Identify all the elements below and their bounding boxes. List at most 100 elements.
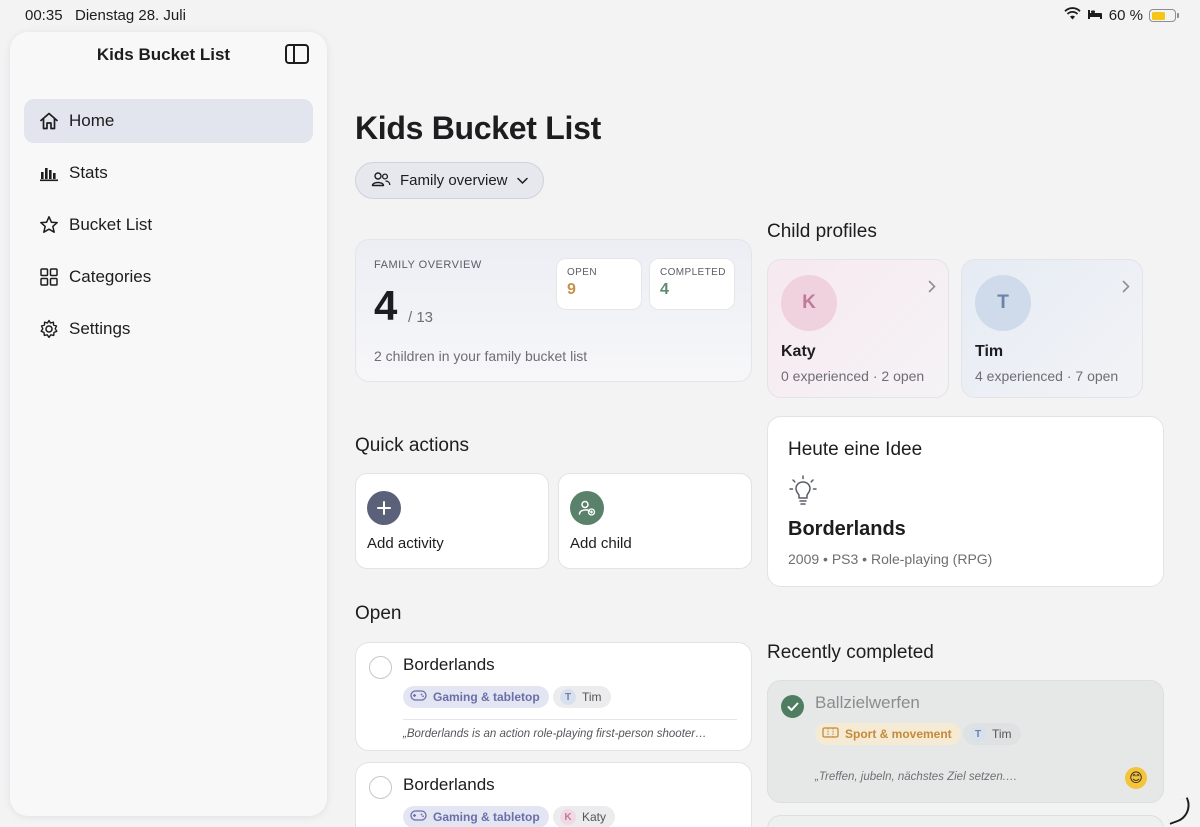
bar-chart-icon (39, 163, 59, 183)
avatar: K (781, 275, 837, 331)
battery-icon (1149, 9, 1179, 22)
person-name: Tim (992, 727, 1012, 741)
gamepad-icon (410, 810, 427, 824)
activity-quote: „Borderlands is an action role-playing f… (403, 728, 707, 740)
overview-count: 4 (374, 282, 398, 329)
category-label: Gaming & tabletop (433, 690, 540, 704)
sidebar-item-label: Settings (69, 319, 131, 338)
family-overview-label: Family overview (400, 172, 508, 189)
wifi-icon (1064, 7, 1081, 24)
list-item[interactable] (767, 815, 1164, 827)
child-meta: 0 experienced · 2 open (781, 368, 925, 384)
star-icon (39, 215, 59, 235)
child-card-katy[interactable]: K Katy 0 experienced · 2 open (767, 259, 949, 398)
grid-icon (39, 267, 59, 287)
house-icon (39, 111, 59, 131)
person-chip: K Katy (553, 806, 616, 827)
person-name: Tim (582, 690, 602, 704)
sidebar-item-settings[interactable]: Settings (24, 307, 313, 351)
add-activity-button[interactable]: Add activity (355, 473, 549, 569)
status-time: 00:35 (25, 7, 63, 24)
add-child-button[interactable]: Add child (558, 473, 752, 569)
status-date: Dienstag 28. Juli (75, 7, 186, 24)
avatar: T (560, 689, 576, 705)
checkmark-icon[interactable] (781, 695, 804, 718)
sidebar: Kids Bucket List Home Stats Bucket List … (10, 32, 327, 816)
status-bar: 00:35 Dienstag 28. Juli 60 % (0, 0, 1200, 32)
open-stat: OPEN 9 (556, 258, 642, 310)
idea-heading: Heute eine Idee (788, 439, 923, 460)
avatar: T (975, 275, 1031, 331)
overview-subtitle: 2 children in your family bucket list (374, 348, 588, 364)
category-chip: Sport & movement (815, 723, 961, 745)
open-stat-value: 9 (567, 281, 576, 298)
chevron-right-icon (1122, 280, 1130, 298)
sidebar-item-bucket-list[interactable]: Bucket List (24, 203, 313, 247)
avatar: K (560, 809, 576, 825)
plus-icon (367, 491, 401, 525)
category-chip: Gaming & tabletop (403, 806, 549, 827)
corner-gesture-indicator (1163, 797, 1195, 825)
chevron-right-icon (928, 280, 936, 298)
battery-percent: 60 % (1108, 7, 1143, 24)
completed-stat-label: COMPLETED (660, 267, 726, 278)
child-card-tim[interactable]: T Tim 4 experienced · 7 open (961, 259, 1143, 398)
child-name: Katy (781, 343, 816, 360)
idea-meta: 2009 • PS3 • Role-playing (RPG) (788, 551, 993, 567)
child-name: Tim (975, 343, 1004, 360)
sidebar-item-label: Stats (69, 163, 108, 182)
open-heading: Open (355, 603, 402, 624)
person-chip: T Tim (963, 723, 1021, 745)
overview-total: / 13 (408, 309, 434, 326)
person-chip: T Tim (553, 686, 611, 708)
list-item[interactable]: Borderlands Gaming & tabletop T Tim „Bor… (355, 642, 752, 751)
add-activity-label: Add activity (367, 535, 444, 552)
category-label: Sport & movement (845, 727, 952, 741)
sidebar-item-categories[interactable]: Categories (24, 255, 313, 299)
recently-completed-heading: Recently completed (767, 642, 934, 663)
chevron-down-icon (516, 172, 528, 189)
activity-quote: „Treffen, jubeln, nächstes Ziel setzen.… (815, 771, 1018, 783)
sidebar-item-label: Bucket List (69, 215, 153, 234)
overview-label: FAMILY OVERVIEW (374, 259, 482, 271)
activity-title: Borderlands (403, 655, 495, 674)
gamepad-icon (410, 690, 427, 704)
avatar: T (970, 726, 986, 742)
person-name: Katy (582, 810, 607, 824)
divider (403, 719, 737, 720)
sidebar-item-label: Categories (69, 267, 152, 286)
child-meta: 4 experienced · 7 open (975, 368, 1119, 384)
list-item[interactable]: Borderlands Gaming & tabletop K Katy (355, 762, 752, 827)
completed-stat-value: 4 (660, 281, 669, 298)
sidebar-nav: Home Stats Bucket List Categories Settin… (24, 99, 313, 359)
family-overview-card: FAMILY OVERVIEW 4 / 13 2 children in you… (355, 239, 752, 382)
list-item[interactable]: Ballzielwerfen Sport & movement T Tim „T… (767, 680, 1164, 803)
activity-title: Ballzielwerfen (815, 693, 920, 712)
complete-checkbox[interactable] (369, 776, 392, 799)
category-chip: Gaming & tabletop (403, 686, 549, 708)
family-overview-dropdown[interactable]: Family overview (355, 162, 544, 199)
open-stat-label: OPEN (567, 267, 597, 278)
sidebar-item-home[interactable]: Home (24, 99, 313, 143)
page-title: Kids Bucket List (355, 110, 601, 146)
activity-title: Borderlands (403, 775, 495, 794)
sidebar-item-stats[interactable]: Stats (24, 151, 313, 195)
bed-icon (1087, 7, 1103, 24)
sidebar-item-label: Home (69, 111, 115, 130)
completed-stat: COMPLETED 4 (649, 258, 735, 310)
gear-icon (39, 319, 59, 339)
child-profiles-heading: Child profiles (767, 221, 877, 242)
idea-title: Borderlands (788, 518, 906, 540)
smiley-emoji-icon: 😊 (1125, 767, 1147, 789)
status-indicators: 60 % (1064, 7, 1179, 24)
person-add-icon (570, 491, 604, 525)
complete-checkbox[interactable] (369, 656, 392, 679)
idea-card[interactable]: Heute eine Idee Borderlands 2009 • PS3 •… (767, 416, 1164, 587)
category-label: Gaming & tabletop (433, 810, 540, 824)
sidebar-toggle-icon[interactable] (285, 44, 309, 64)
add-child-label: Add child (570, 535, 632, 552)
ticket-icon (822, 727, 839, 741)
lightbulb-icon (788, 475, 818, 512)
quick-actions-heading: Quick actions (355, 435, 470, 456)
people-icon (371, 171, 391, 191)
